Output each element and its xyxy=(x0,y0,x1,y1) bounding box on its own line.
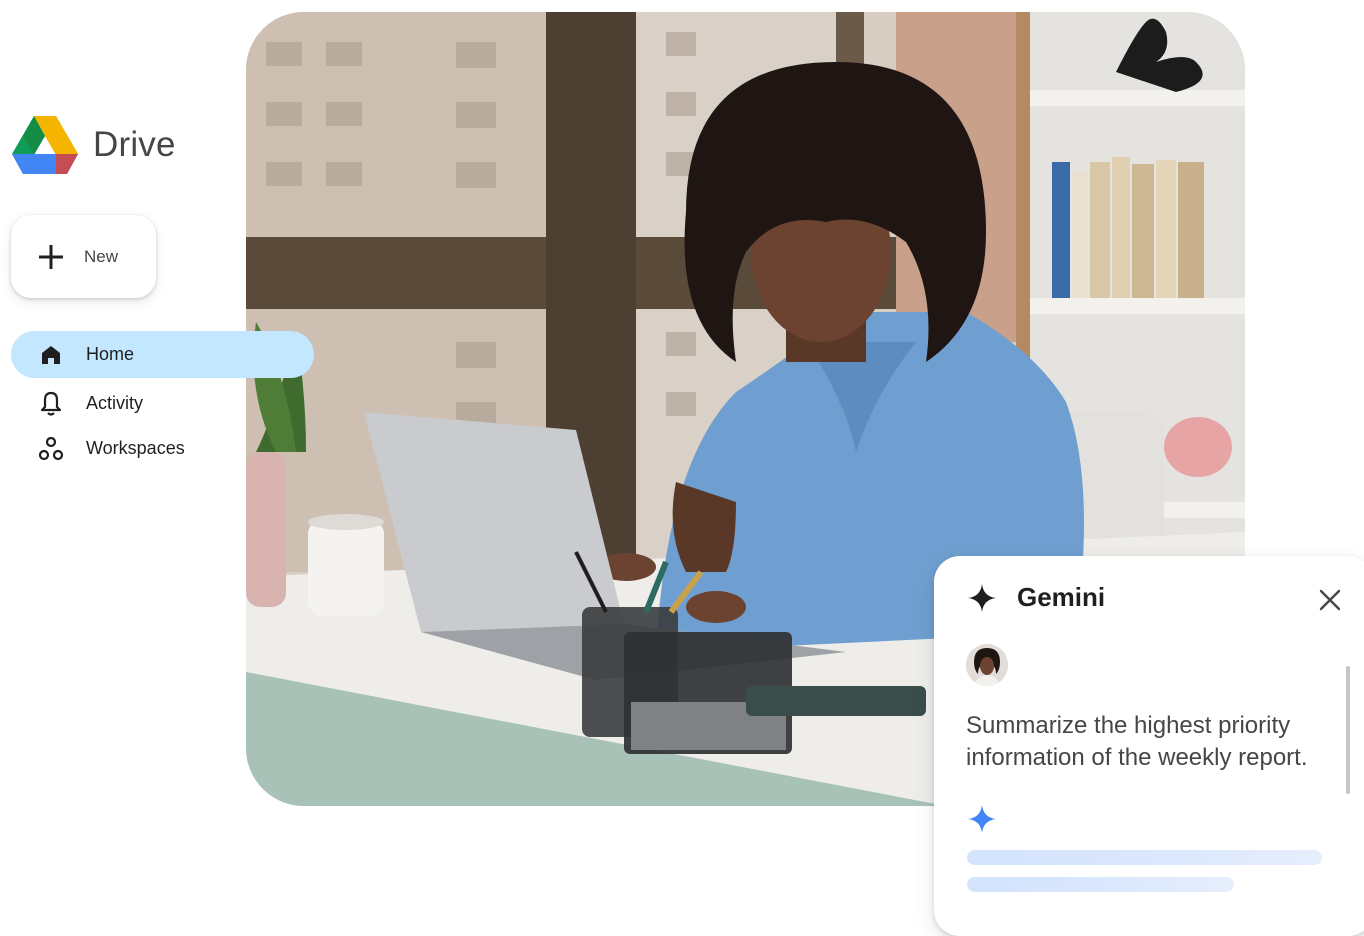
loading-skeleton-line xyxy=(967,850,1322,865)
new-button[interactable]: New xyxy=(11,215,156,298)
drive-brand[interactable]: Drive xyxy=(12,116,176,174)
sidebar-item-label: Home xyxy=(86,344,135,364)
sidebar-item-workspaces[interactable]: Workspaces xyxy=(11,425,185,472)
new-button-label: New xyxy=(84,246,119,266)
gemini-header: Gemini xyxy=(967,582,1105,613)
gemini-prompt-text: Summarize the highest priority informati… xyxy=(966,712,1308,771)
plus-icon xyxy=(39,244,63,269)
app-name: Drive xyxy=(93,125,176,164)
avatar xyxy=(966,644,1008,686)
close-icon[interactable] xyxy=(1316,586,1344,614)
bell-icon xyxy=(38,391,64,417)
gemini-panel: Gemini Summarize the highest priority in… xyxy=(934,556,1364,936)
sidebar-item-home[interactable]: Home xyxy=(11,331,314,378)
sidebar-item-activity[interactable]: Activity xyxy=(11,380,143,427)
gemini-title: Gemini xyxy=(1017,582,1106,612)
sidebar-item-label: Activity xyxy=(86,393,144,413)
home-icon xyxy=(38,342,64,368)
sidebar-item-label: Workspaces xyxy=(86,438,185,458)
loading-skeleton-line xyxy=(967,877,1234,892)
google-drive-logo-icon xyxy=(12,116,78,174)
scrollbar[interactable] xyxy=(1346,666,1350,794)
workspaces-icon xyxy=(38,436,64,462)
gemini-sparkle-icon xyxy=(968,805,996,833)
gemini-sparkle-icon xyxy=(968,583,996,612)
